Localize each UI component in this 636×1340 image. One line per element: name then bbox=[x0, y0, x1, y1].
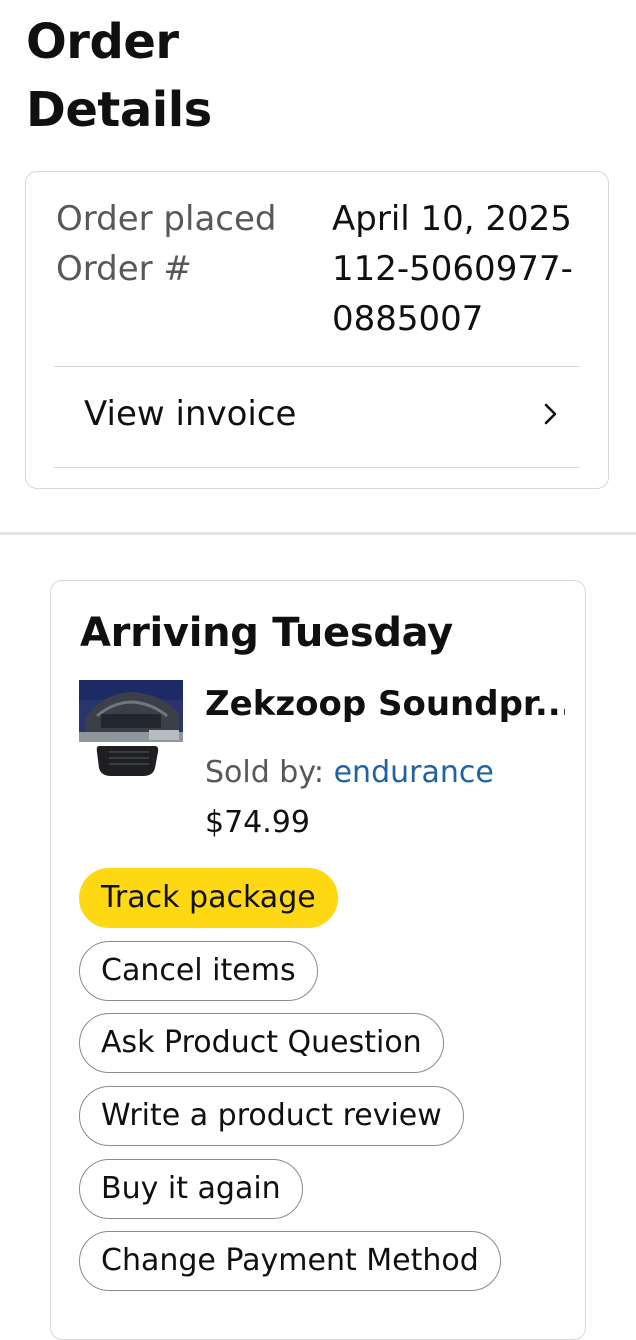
view-invoice-label: View invoice bbox=[84, 394, 297, 434]
shipment-card: Arriving Tuesday Zekzoop Soundpr... Sold… bbox=[50, 580, 586, 1340]
product-price: $74.99 bbox=[205, 805, 310, 840]
order-placed-label: Order placed bbox=[56, 199, 277, 239]
order-number-value: 112-5060977-0885007 bbox=[332, 249, 573, 339]
sold-by-label: Sold by: bbox=[205, 755, 325, 790]
summary-divider-bottom bbox=[54, 467, 580, 468]
seller-link[interactable]: endurance bbox=[334, 755, 494, 790]
product-title[interactable]: Zekzoop Soundpr... bbox=[205, 679, 565, 729]
cancel-items-button[interactable]: Cancel items bbox=[79, 941, 318, 1001]
delivery-status-title: Arriving Tuesday bbox=[80, 610, 453, 656]
ask-product-question-button[interactable]: Ask Product Question bbox=[79, 1013, 444, 1073]
order-number-label: Order # bbox=[56, 249, 192, 289]
order-summary-card: Order placed April 10, 2025 Order # 112-… bbox=[25, 171, 609, 489]
view-invoice-row[interactable]: View invoice bbox=[54, 368, 580, 466]
track-package-button[interactable]: Track package bbox=[79, 868, 338, 928]
sold-by-line: Sold by: endurance bbox=[205, 749, 494, 797]
change-payment-method-button[interactable]: Change Payment Method bbox=[79, 1231, 501, 1291]
chevron-right-icon bbox=[544, 403, 557, 425]
product-thumbnail[interactable] bbox=[79, 680, 183, 784]
write-product-review-button[interactable]: Write a product review bbox=[79, 1086, 464, 1146]
section-divider bbox=[0, 532, 636, 535]
page-title: Order Details bbox=[26, 14, 212, 138]
buy-it-again-button[interactable]: Buy it again bbox=[79, 1159, 303, 1219]
order-placed-value: April 10, 2025 bbox=[332, 199, 572, 239]
summary-divider-top bbox=[54, 366, 580, 367]
